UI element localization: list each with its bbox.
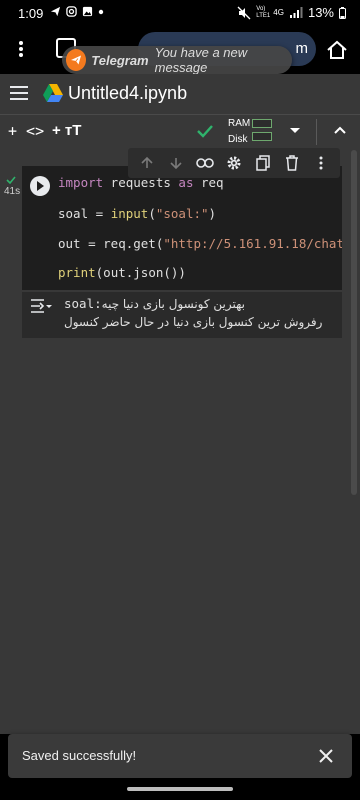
mute-icon [237, 6, 251, 19]
move-cell-down-icon[interactable] [166, 153, 186, 173]
execution-success-icon [6, 176, 16, 184]
battery-text: 13% [307, 5, 334, 20]
code-line-2: soal = input("soal:") [58, 206, 217, 221]
code-cell[interactable]: import requests as req soal = input("soa… [22, 166, 342, 290]
battery-icon [339, 6, 346, 19]
gear-icon[interactable] [224, 153, 244, 173]
cell-output: soal:بهترین کونسول بازی دنیا چیه رفروش ت… [22, 292, 342, 338]
notification-app-name: Telegram [91, 52, 149, 68]
snackbar-message: Saved successfully! [22, 748, 137, 763]
output-line-2: رفروش ترین کنسول بازی دنیا در حال حاضر ک… [64, 315, 323, 329]
add-text-button[interactable]: + тT [52, 122, 81, 139]
telegram-icon [66, 49, 87, 71]
disk-label: Disk [228, 134, 248, 145]
scrollbar[interactable] [351, 150, 357, 495]
status-right-group: Vo) LTE1 4G 13% [237, 5, 346, 20]
telegram-status-icon [50, 6, 61, 17]
network-label: 4G [273, 8, 284, 17]
runtime-dropdown-icon[interactable] [289, 127, 301, 135]
output-question: بهترین کونسول بازی دنیا چیه [101, 297, 245, 311]
execution-time: 41s [4, 186, 21, 197]
disk-usage-bar [252, 132, 272, 141]
instagram-status-icon [66, 6, 77, 17]
notebook-toolbar: + <> + тT RAM Disk [0, 114, 360, 148]
status-notification-icons [50, 6, 104, 17]
link-icon[interactable] [195, 153, 215, 173]
output-prefix: soal: [64, 296, 102, 311]
browser-menu-icon[interactable] [18, 40, 24, 58]
play-icon [37, 181, 44, 191]
output-line-1: soal:بهترین کونسول بازی دنیا چیه [64, 296, 245, 311]
delete-icon[interactable] [282, 153, 302, 173]
lte-label: Vo) LTE1 [256, 5, 271, 19]
ram-usage-bar [252, 119, 272, 128]
navigation-bar [0, 778, 360, 800]
home-gesture-handle[interactable] [127, 787, 233, 791]
chevron-up-icon[interactable] [333, 125, 347, 135]
home-icon[interactable] [326, 40, 348, 60]
saved-snackbar: Saved successfully! [8, 734, 352, 778]
dot-status-icon [98, 9, 104, 14]
colab-header: Untitled4.ipynb [0, 74, 360, 114]
status-bar: 1:09 Vo) LTE1 4G 13% [0, 0, 360, 26]
url-text: m [295, 40, 309, 57]
ram-label: RAM [228, 118, 251, 129]
output-menu-icon[interactable] [30, 298, 52, 314]
connected-check-icon[interactable] [196, 123, 214, 139]
more-options-icon[interactable] [311, 153, 331, 173]
google-drive-icon [43, 84, 63, 102]
code-line-4: print(out.json()) [58, 265, 186, 280]
add-code-button[interactable]: + <> [8, 122, 44, 140]
run-cell-button[interactable] [30, 176, 50, 196]
hamburger-menu-icon[interactable] [10, 86, 28, 100]
notification-message: You have a new message [154, 45, 248, 75]
status-time: 1:09 [18, 6, 44, 21]
close-icon[interactable] [316, 746, 336, 766]
telegram-notification[interactable]: Telegram You have a new message [62, 45, 292, 75]
notebook-title[interactable]: Untitled4.ipynb [68, 83, 187, 104]
mirror-cell-icon[interactable] [253, 153, 273, 173]
cell-toolbar [128, 148, 340, 178]
gallery-status-icon [82, 6, 93, 17]
signal-icon [289, 6, 303, 18]
move-cell-up-icon[interactable] [137, 153, 157, 173]
ram-disk-indicator[interactable]: RAM Disk [228, 117, 250, 146]
toolbar-divider [316, 119, 317, 145]
code-line-3: out = req.get("http://5.161.91.18/chat [58, 236, 342, 251]
